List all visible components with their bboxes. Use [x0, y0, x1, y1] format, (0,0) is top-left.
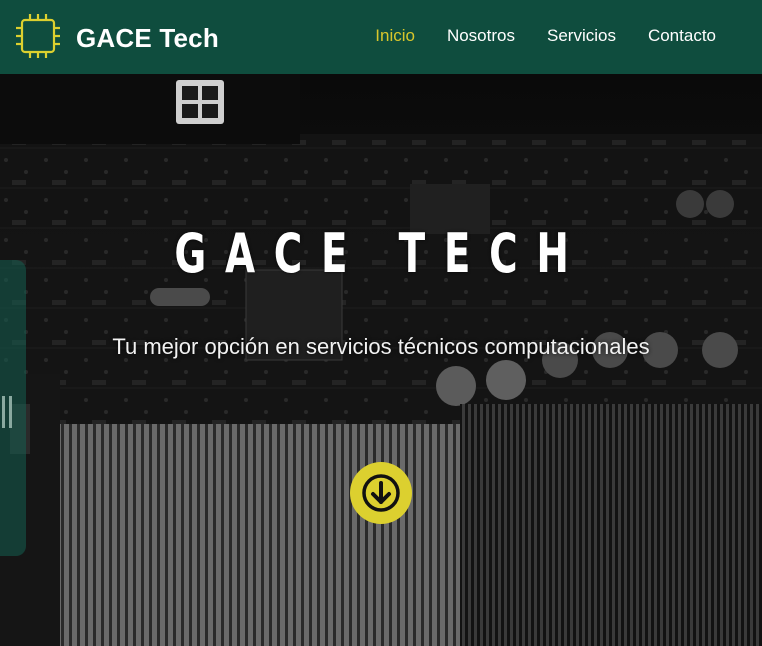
hero-subtitle: Tu mejor opción en servicios técnicos co…	[112, 334, 650, 359]
nav-link-inicio[interactable]: Inicio	[375, 26, 415, 46]
navbar: GACE Tech Inicio Nosotros Servicios Cont…	[0, 0, 762, 74]
nav-link-servicios[interactable]: Servicios	[547, 26, 616, 46]
drag-handle-icon	[2, 396, 12, 428]
side-panel-tab[interactable]	[0, 260, 26, 556]
nav-link-contacto[interactable]: Contacto	[648, 26, 716, 46]
brand-name: GACE Tech	[76, 23, 219, 53]
hero-section: GACE TECH Tu mejor opción en servicios t…	[0, 74, 762, 646]
main-nav: Inicio Nosotros Servicios Contacto	[375, 26, 716, 46]
chip-icon	[14, 12, 62, 65]
arrow-down-icon	[362, 474, 400, 512]
nav-link-nosotros[interactable]: Nosotros	[447, 26, 515, 46]
hero-title: GACE TECH	[174, 222, 588, 285]
scroll-down-button[interactable]	[350, 462, 412, 524]
circuit-board-background	[0, 74, 762, 646]
brand-link[interactable]: GACE Tech	[14, 12, 219, 65]
